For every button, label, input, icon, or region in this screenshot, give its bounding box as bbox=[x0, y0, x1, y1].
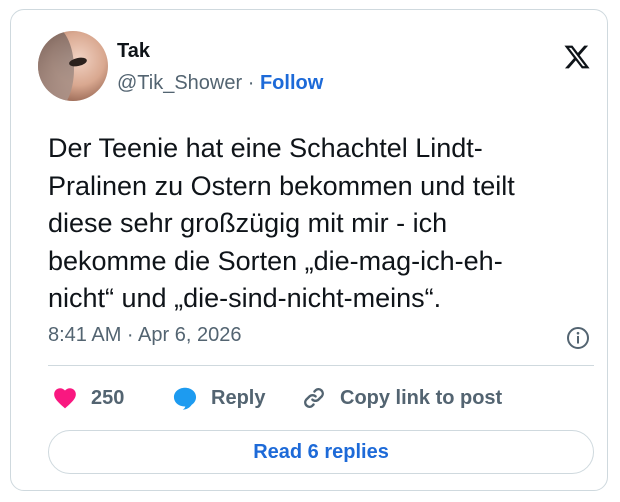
tweet-text: Der Teenie hat eine Schachtel Lindt- Pra… bbox=[48, 133, 515, 313]
reply-button[interactable]: Reply bbox=[171, 384, 265, 412]
tweet-timestamp[interactable]: 8:41 AM · Apr 6, 2026 bbox=[48, 324, 241, 347]
link-icon bbox=[304, 388, 324, 408]
tweet-card: Tak @Tik_Shower · Follow Der Teenie hat … bbox=[10, 9, 608, 491]
author-handle-row: @Tik_Shower · Follow bbox=[117, 72, 323, 95]
reply-label: Reply bbox=[211, 386, 266, 409]
like-count: 250 bbox=[91, 386, 125, 409]
x-logo-icon[interactable] bbox=[562, 43, 592, 71]
author-name[interactable]: Tak bbox=[117, 40, 150, 63]
speech-bubble-icon bbox=[173, 387, 197, 410]
avatar[interactable] bbox=[38, 31, 108, 101]
copy-link-label: Copy link to post bbox=[340, 386, 503, 409]
avatar-hair bbox=[38, 31, 74, 101]
handle-separator: · bbox=[247, 72, 255, 94]
author-handle[interactable]: @Tik_Shower bbox=[117, 72, 242, 94]
info-icon[interactable] bbox=[566, 326, 590, 350]
heart-icon bbox=[54, 388, 76, 409]
divider bbox=[48, 365, 594, 366]
copy-link-button[interactable]: Copy link to post bbox=[300, 384, 502, 412]
like-button[interactable]: 250 bbox=[51, 384, 124, 412]
follow-button[interactable]: Follow bbox=[260, 72, 323, 94]
read-replies-button[interactable]: Read 6 replies bbox=[48, 430, 594, 474]
